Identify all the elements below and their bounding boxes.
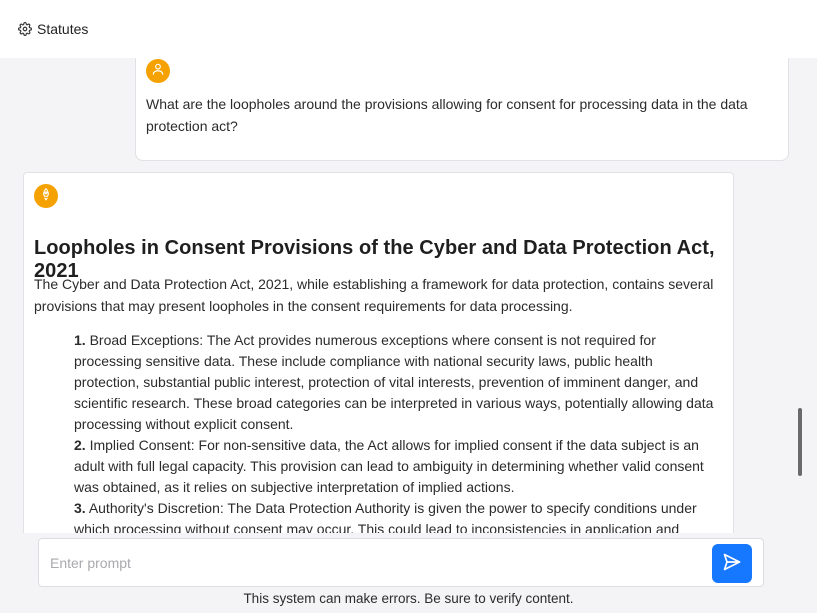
disclaimer-text: This system can make errors. Be sure to … xyxy=(243,591,574,606)
chat-area[interactable]: What are the loopholes around the provis… xyxy=(0,58,817,533)
prompt-box xyxy=(38,538,764,587)
list-item: 1. Broad Exceptions: The Act provides nu… xyxy=(74,330,719,435)
assistant-message: Loopholes in Consent Provisions of the C… xyxy=(23,172,734,533)
answer-intro: The Cyber and Data Protection Act, 2021,… xyxy=(34,276,714,314)
send-button[interactable] xyxy=(712,544,752,583)
list-item-text: Broad Exceptions: The Act provides numer… xyxy=(74,332,714,432)
list-item-text: Implied Consent: For non-sensitive data,… xyxy=(74,437,704,495)
answer-list: 1. Broad Exceptions: The Act provides nu… xyxy=(74,330,719,533)
user-message-text: What are the loopholes around the provis… xyxy=(146,96,748,134)
list-item: 3. Authority's Discretion: The Data Prot… xyxy=(74,498,719,533)
bot-icon xyxy=(39,187,53,206)
prompt-input[interactable] xyxy=(39,539,709,586)
list-item-number: 2. xyxy=(74,437,86,453)
chat-scrollbar[interactable] xyxy=(798,408,802,476)
list-item-number: 1. xyxy=(74,332,86,348)
top-bar: Statutes xyxy=(0,0,817,58)
user-icon xyxy=(151,62,165,81)
assistant-avatar xyxy=(34,184,58,208)
list-item: 2. Implied Consent: For non-sensitive da… xyxy=(74,435,719,498)
gear-icon xyxy=(18,22,32,36)
list-item-number: 3. xyxy=(74,500,86,516)
statutes-button[interactable]: Statutes xyxy=(18,21,88,37)
statutes-label: Statutes xyxy=(37,21,89,37)
send-icon xyxy=(722,552,742,575)
list-item-text: Authority's Discretion: The Data Protect… xyxy=(74,500,697,533)
user-avatar xyxy=(146,59,170,83)
user-message: What are the loopholes around the provis… xyxy=(135,58,789,161)
